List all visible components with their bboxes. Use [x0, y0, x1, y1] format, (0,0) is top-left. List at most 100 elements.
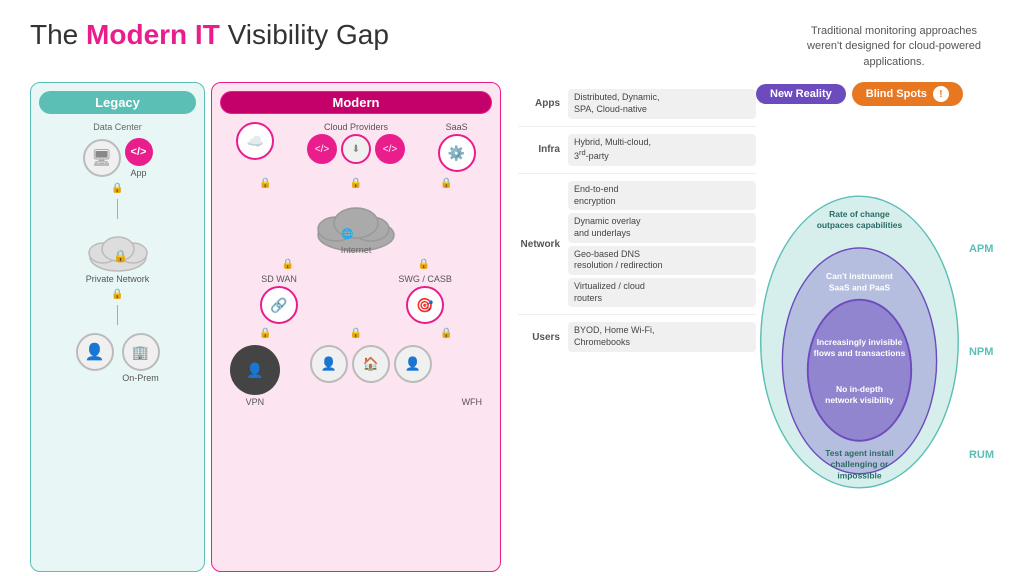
right-section: Apps Distributed, Dynamic,SPA, Cloud-nat… [518, 82, 994, 572]
lock-pink-3: 🔒 [440, 178, 452, 189]
category-labels: APM NPM RUM [969, 202, 994, 482]
network-item-4: Virtualized / cloudrouters [568, 278, 756, 307]
wfh-user1: 👤 [310, 345, 348, 407]
infra-items: Hybrid, Multi-cloud,3rd-party [568, 131, 756, 169]
svg-text:flows and transactions: flows and transactions [814, 348, 906, 358]
lock-pink-1: 🔒 [259, 178, 271, 189]
users-row: Users BYOD, Home Wi-Fi,Chromebooks [518, 315, 756, 358]
cloud-dev2-icon: </> [375, 134, 405, 164]
private-network-node: 🔒 Private Network [83, 227, 153, 284]
swg-icon: 🎯 [406, 286, 444, 324]
apps-row: Apps Distributed, Dynamic,SPA, Cloud-nat… [518, 82, 756, 126]
network-row: Network End-to-endencryption Dynamic ove… [518, 174, 756, 316]
lock-row-3: 🔒 🔒 🔒 [220, 327, 492, 340]
onprem-label: On-Prem [122, 373, 159, 383]
sdwan-node: SD WAN 🔗 [260, 274, 298, 324]
user-node: 👤 [76, 333, 114, 371]
lock-pink-5: 🔒 [418, 259, 430, 270]
private-cloud-svg: 🔒 [83, 227, 153, 272]
network-item-2: Dynamic overlayand underlays [568, 213, 756, 242]
wfh-label: WFH [462, 397, 483, 407]
header: The Modern IT Visibility Gap Traditional… [30, 20, 994, 70]
npm-label: NPM [969, 346, 994, 358]
cloud-providers-group: Cloud Providers </> ⬇ </> [307, 122, 405, 172]
vpn-icon: 👤 [230, 345, 280, 395]
modern-mid-row: SD WAN 🔗 SWG / CASB 🎯 [220, 274, 492, 324]
users-items: BYOD, Home Wi-Fi,Chromebooks [568, 319, 756, 354]
legacy-layout: Data Center 🖥 </> App 🔒 [39, 122, 196, 512]
warning-icon: ! [933, 86, 949, 102]
users-category: Users [518, 319, 568, 354]
wfh-group: 👤 🏠 👤 [310, 345, 432, 407]
apps-category: Apps [518, 86, 568, 121]
swg-label: SWG / CASB [398, 274, 452, 284]
page-title: The Modern IT Visibility Gap [30, 20, 389, 51]
apm-label: APM [969, 243, 994, 255]
server-node: 🖥 [83, 139, 121, 177]
lock-pink-4: 🔒 [282, 259, 294, 270]
wfh-building-icon: 🏠 [352, 345, 390, 383]
rum-label: RUM [969, 449, 994, 461]
network-item-3: Geo-based DNSresolution / redirection [568, 246, 756, 275]
modern-panel: Modern ☁️ Cloud Providers </> ⬇ </> [211, 82, 501, 572]
data-table: Apps Distributed, Dynamic,SPA, Cloud-nat… [518, 82, 756, 572]
lock-icon-1: 🔒 [111, 183, 123, 194]
svg-text:Can't instrument: Can't instrument [826, 271, 893, 281]
server-app-group: 🖥 </> App [83, 138, 153, 178]
internet-cloud-svg: 🌐 [311, 193, 401, 253]
modern-bottom-row: 👤 VPN 👤 🏠 👤 [220, 345, 492, 407]
svg-text:impossible: impossible [837, 471, 881, 481]
content-area: Legacy Data Center 🖥 </> App 🔒 [30, 82, 994, 572]
svg-text:🌐: 🌐 [341, 227, 353, 240]
network-category: Network [518, 178, 568, 311]
title-part1: The [30, 19, 86, 50]
venn-svg: Rate of change outpaces capabilities Can… [756, 177, 963, 507]
cloud-provider-1: ☁️ [236, 122, 274, 172]
svg-text:challenging or: challenging or [831, 459, 889, 469]
network-items: End-to-endencryption Dynamic overlayand … [568, 178, 756, 311]
data-center-label: Data Center [93, 122, 142, 132]
legacy-panel: Legacy Data Center 🖥 </> App 🔒 [30, 82, 205, 572]
server-icon: 🖥 [83, 139, 121, 177]
cloud-icon-1: ☁️ [236, 122, 274, 160]
user-icon: 👤 [76, 333, 114, 371]
app-label: App [130, 168, 146, 178]
infra-item-1: Hybrid, Multi-cloud,3rd-party [568, 134, 756, 166]
cloud-dl-icon: ⬇ [341, 134, 371, 164]
lock-pink-2: 🔒 [350, 178, 362, 189]
lock-row-1: 🔒 🔒 🔒 [220, 177, 492, 190]
svg-text:network visibility: network visibility [825, 395, 894, 405]
vpn-label: VPN [246, 397, 265, 407]
infra-row: Infra Hybrid, Multi-cloud,3rd-party [518, 127, 756, 174]
venn-area: New Reality Blind Spots ! [756, 82, 994, 572]
wfh-user2-icon: 👤 [394, 345, 432, 383]
modern-top-row: ☁️ Cloud Providers </> ⬇ </> SaaS [220, 122, 492, 172]
new-reality-badge: New Reality [756, 84, 846, 104]
svg-text:No in-depth: No in-depth [836, 384, 883, 394]
app-node: </> App [125, 138, 153, 178]
apps-item-1: Distributed, Dynamic,SPA, Cloud-native [568, 89, 756, 118]
cloud-dev-icon: </> [307, 134, 337, 164]
vpn-node: 👤 VPN [230, 345, 280, 407]
saas-group: SaaS ⚙️ [438, 122, 476, 172]
svg-text:Test agent install: Test agent install [825, 448, 893, 458]
svg-text:Increasingly invisible: Increasingly invisible [817, 337, 903, 347]
cloud-provider-icons: </> ⬇ </> [307, 134, 405, 164]
page: The Modern IT Visibility Gap Traditional… [0, 0, 1024, 576]
title-highlight: Modern IT [86, 19, 220, 50]
wfh-user2: 👤 [394, 345, 432, 407]
svg-text:Rate of change: Rate of change [829, 209, 890, 219]
right-data-area: Apps Distributed, Dynamic,SPA, Cloud-nat… [518, 82, 994, 572]
line-v-2 [117, 305, 118, 325]
left-panels: Legacy Data Center 🖥 </> App 🔒 [30, 82, 510, 572]
legacy-panel-title: Legacy [39, 91, 196, 114]
saas-icon: ⚙️ [438, 134, 476, 172]
blind-spots-badge: Blind Spots ! [852, 82, 963, 106]
lock-row-2: 🔒 🔒 [220, 258, 492, 271]
wfh-building: 🏠 [352, 345, 390, 407]
sdwan-icon: 🔗 [260, 286, 298, 324]
building-node: 🏢 On-Prem [122, 333, 160, 383]
apps-items: Distributed, Dynamic,SPA, Cloud-native [568, 86, 756, 121]
lock-pink-6: 🔒 [259, 328, 271, 339]
saas-label: SaaS [446, 122, 468, 132]
